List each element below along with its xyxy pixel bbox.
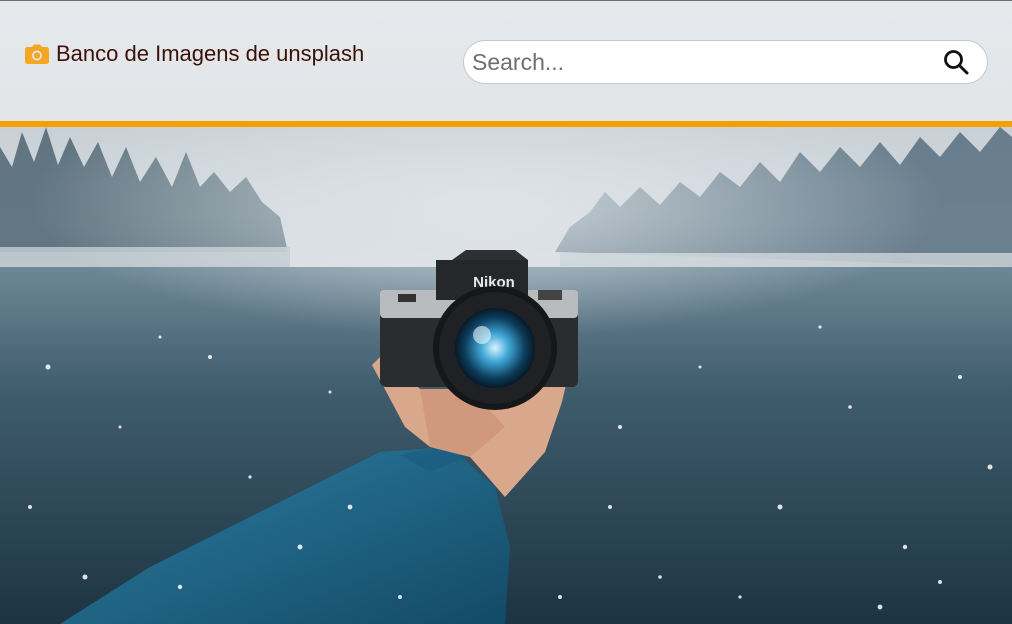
hero-image: Nikon [0,127,1012,624]
search-icon[interactable] [943,49,969,75]
camera-icon [25,44,49,64]
search-input[interactable] [472,41,943,83]
brand[interactable]: Banco de Imagens de unsplash [25,41,364,67]
header: Banco de Imagens de unsplash [0,0,1012,121]
brand-title: Banco de Imagens de unsplash [56,41,365,66]
search-bar [463,40,988,84]
